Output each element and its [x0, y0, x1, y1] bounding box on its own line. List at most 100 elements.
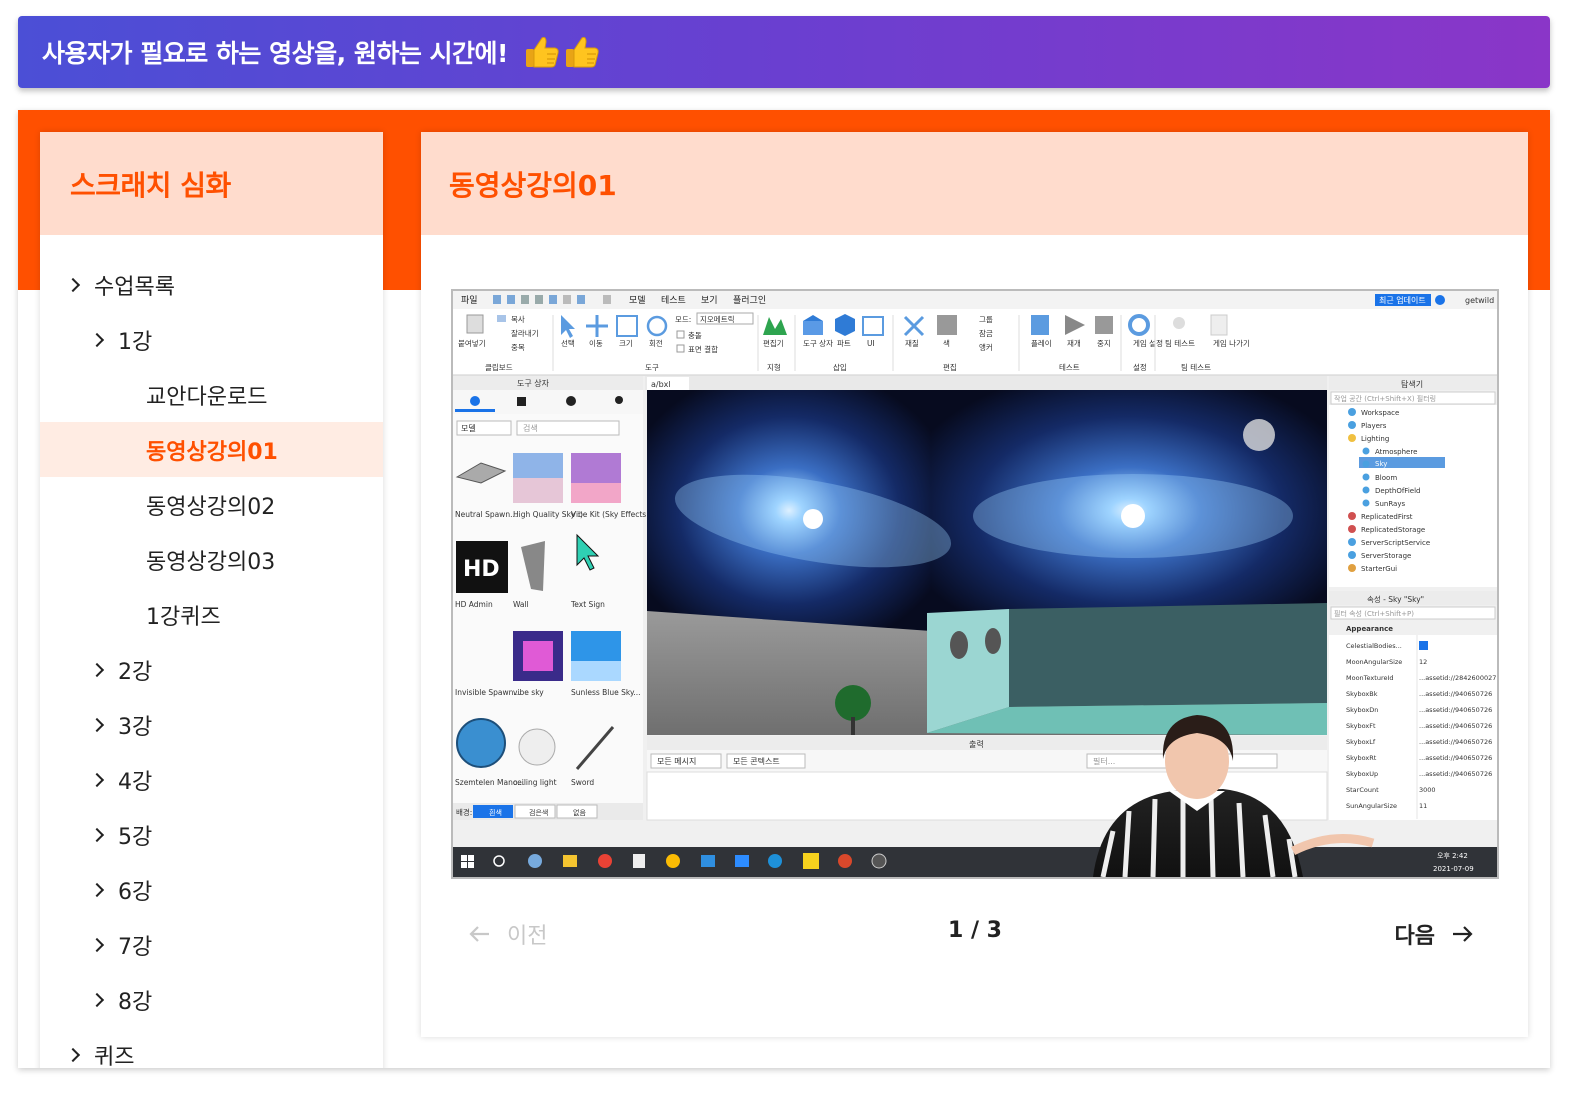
svg-text:표면 결합: 표면 결합 [688, 344, 718, 354]
svg-text:크기: 크기 [619, 339, 633, 348]
svg-text:SkyboxFt: SkyboxFt [1346, 722, 1376, 730]
svg-text:작업 공간 (Ctrl+Shift+X) 필터링: 작업 공간 (Ctrl+Shift+X) 필터링 [1334, 394, 1436, 403]
svg-text:없음: 없음 [573, 809, 586, 817]
svg-text:Sword: Sword [571, 778, 594, 787]
svg-text:파트: 파트 [837, 339, 851, 348]
svg-text:...assetid://2842600027: ...assetid://2842600027 [1419, 674, 1496, 682]
svg-text:vibe sky: vibe sky [513, 688, 544, 697]
menu-item-lesson-1[interactable]: 1강 [40, 312, 383, 367]
menu-item-lesson-7[interactable]: 7강 [40, 917, 383, 972]
menu-item-video-03[interactable]: 동영상강의03 [40, 532, 383, 587]
svg-text:Invisible Spawn...: Invisible Spawn... [455, 688, 520, 697]
studio-menu-plugins: 플러그인 [733, 295, 766, 306]
svg-text:팀 테스트: 팀 테스트 [1181, 363, 1211, 372]
course-panel: 스크래치 심화 수업목록 1강 교안다운로드 동영상강의01 동영상강의02 동… [18, 110, 1550, 1068]
chevron-right-icon [65, 277, 81, 292]
menu-label: 7강 [118, 934, 153, 960]
menu-item-quiz-1[interactable]: 1강퀴즈 [40, 587, 383, 642]
svg-text:DepthOfField: DepthOfField [1375, 487, 1420, 495]
viewport-tab: a/bxl [651, 380, 671, 389]
svg-text:ceiling light: ceiling light [513, 778, 557, 787]
chevron-right-icon [89, 937, 105, 952]
svg-text:SkyboxUp: SkyboxUp [1346, 770, 1378, 778]
svg-text:Neutral Spawn...: Neutral Spawn... [455, 510, 517, 519]
svg-text:ReplicatedFirst: ReplicatedFirst [1361, 513, 1413, 521]
lesson-content: 동영상강의01 파일 모델 테스트 보기 플러그인 최근 업데이트 getwil… [421, 132, 1528, 1037]
lecture-video-frame[interactable]: 파일 모델 테스트 보기 플러그인 최근 업데이트 getwild 붙여넣기 복… [451, 289, 1499, 879]
menu-label: 수업목록 [94, 274, 175, 300]
svg-text:필터...: 필터... [1093, 756, 1115, 766]
promo-banner: 사용자가 필요로 하는 영상을, 원하는 시간에! [18, 16, 1550, 88]
svg-text:색: 색 [943, 338, 950, 348]
sidebar-header: 스크래치 심화 [40, 132, 383, 235]
chevron-right-icon [89, 827, 105, 842]
svg-text:...assetid://940650726: ...assetid://940650726 [1419, 690, 1492, 698]
menu-item-lesson-4[interactable]: 4강 [40, 752, 383, 807]
svg-text:SkyboxDn: SkyboxDn [1346, 706, 1378, 714]
menu-label: 1강 [118, 329, 153, 355]
svg-text:팀 테스트: 팀 테스트 [1165, 339, 1195, 348]
3d-viewport[interactable] [647, 390, 1327, 735]
svg-text:...assetid://940650726: ...assetid://940650726 [1419, 706, 1492, 714]
svg-text:StarCount: StarCount [1346, 786, 1379, 794]
svg-text:검은색: 검은색 [529, 808, 548, 817]
chevron-right-icon [89, 717, 105, 732]
course-sidebar: 스크래치 심화 수업목록 1강 교안다운로드 동영상강의01 동영상강의02 동… [40, 132, 383, 1068]
studio-menu-file: 파일 [461, 295, 478, 306]
svg-text:StarterGui: StarterGui [1361, 565, 1397, 573]
menu-item-lesson-6[interactable]: 6강 [40, 862, 383, 917]
properties-title: 속성 - Sky "Sky" [1367, 595, 1424, 604]
taskbar-time: 오후 2:42 [1437, 852, 1468, 860]
svg-text:삽입: 삽입 [833, 363, 847, 372]
svg-text:지오메트릭: 지오메트릭 [700, 315, 735, 324]
menu-item-lesson-list[interactable]: 수업목록 [40, 257, 383, 312]
svg-text:SkyboxLf: SkyboxLf [1346, 738, 1376, 746]
svg-text:편집: 편집 [943, 362, 957, 372]
content-header: 동영상강의01 [421, 132, 1528, 235]
next-label: 다음 [1394, 924, 1435, 949]
menu-item-lesson-2[interactable]: 2강 [40, 642, 383, 697]
menu-label: 5강 [118, 824, 153, 850]
menu-item-video-01[interactable]: 동영상강의01 [40, 422, 383, 477]
svg-text:배경:: 배경: [456, 807, 472, 817]
roblox-studio-screenshot: 파일 모델 테스트 보기 플러그인 최근 업데이트 getwild 붙여넣기 복… [453, 291, 1497, 877]
menu-label: 동영상강의02 [146, 494, 276, 520]
svg-text:HD Admin: HD Admin [455, 600, 493, 609]
chevron-right-icon [89, 992, 105, 1007]
studio-menu-view: 보기 [701, 295, 718, 306]
svg-text:붙여넣기: 붙여넣기 [458, 338, 486, 348]
svg-text:...assetid://940650726: ...assetid://940650726 [1419, 770, 1492, 778]
menu-label: 1강퀴즈 [146, 604, 221, 630]
menu-label: 동영상강의03 [146, 549, 276, 575]
menu-item-download[interactable]: 교안다운로드 [40, 367, 383, 422]
taskbar-date: 2021-07-09 [1433, 865, 1474, 873]
svg-text:중복: 중복 [511, 343, 525, 352]
chevron-right-icon [89, 772, 105, 787]
studio-username: getwild [1465, 296, 1494, 305]
svg-text:SkyboxRt: SkyboxRt [1346, 754, 1377, 762]
chevron-right-icon [65, 1047, 81, 1062]
toolbox-category: 모델 [461, 424, 476, 433]
svg-text:ServerStorage: ServerStorage [1361, 552, 1411, 560]
menu-item-lesson-3[interactable]: 3강 [40, 697, 383, 752]
page-indicator: 1 / 3 [948, 918, 1002, 943]
studio-menu-test: 테스트 [661, 295, 686, 306]
menu-item-video-02[interactable]: 동영상강의02 [40, 477, 383, 532]
svg-text:12: 12 [1419, 658, 1427, 666]
next-button[interactable]: 다음 [1395, 918, 1473, 950]
menu-label: 2강 [118, 659, 153, 685]
menu-item-lesson-5[interactable]: 5강 [40, 807, 383, 862]
lesson-title: 동영상강의01 [449, 168, 617, 202]
svg-text:HD: HD [463, 557, 500, 582]
svg-text:설정: 설정 [1133, 362, 1147, 372]
menu-label: 퀴즈 [94, 1044, 135, 1069]
svg-text:...assetid://940650726: ...assetid://940650726 [1419, 754, 1492, 762]
menu-item-quiz[interactable]: 퀴즈 [40, 1027, 383, 1068]
thumbs-up-icon [565, 37, 599, 68]
menu-item-lesson-8[interactable]: 8강 [40, 972, 383, 1027]
svg-text:모드:: 모드: [675, 315, 691, 324]
svg-text:3000: 3000 [1419, 786, 1436, 794]
svg-text:Sky: Sky [1375, 460, 1387, 468]
menu-label: 3강 [118, 714, 153, 740]
svg-text:선택: 선택 [561, 338, 575, 348]
